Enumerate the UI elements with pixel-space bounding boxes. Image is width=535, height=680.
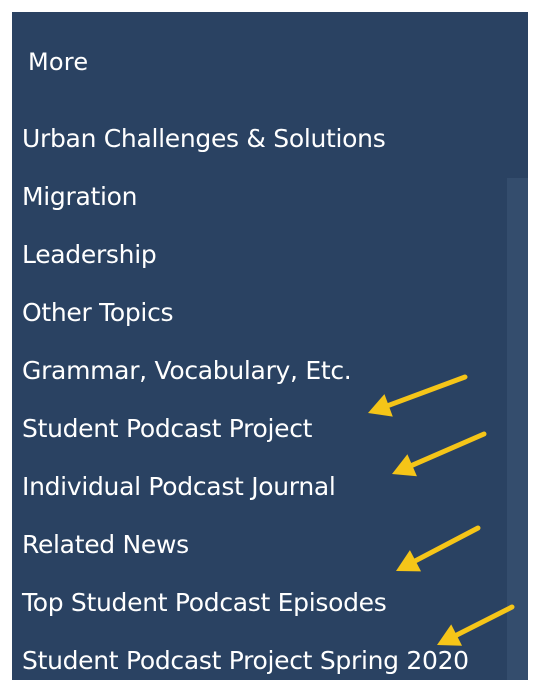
arrow-individual-podcast-journal — [392, 431, 487, 477]
arrow-student-podcast-project — [368, 374, 468, 417]
annotation-arrows — [368, 374, 515, 646]
arrow-spring-2020 — [437, 604, 515, 646]
arrow-top-student-podcast-episodes — [396, 525, 481, 572]
